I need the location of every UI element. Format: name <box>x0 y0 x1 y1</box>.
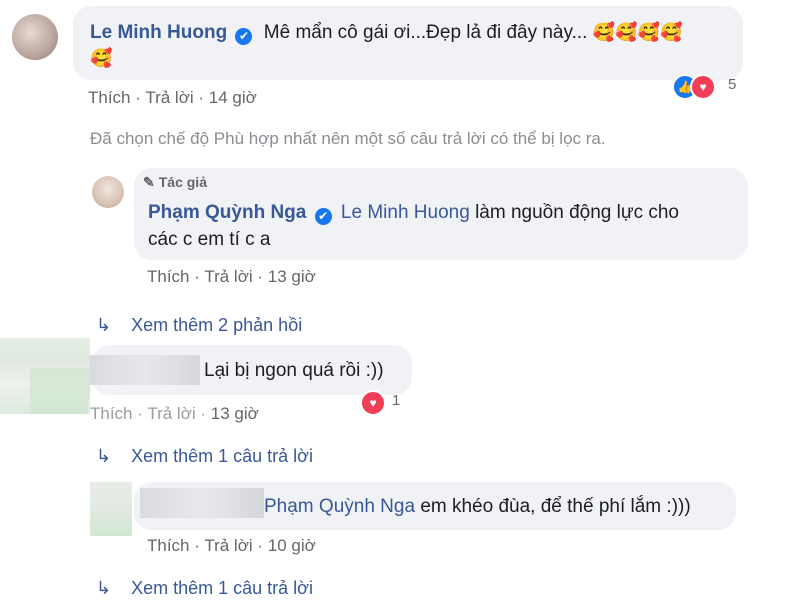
blurred-avatar <box>90 482 132 536</box>
reactions-summary[interactable]: ♥ 1 <box>360 390 410 416</box>
comment-actions: Thích · Trả lời · 14 giờ <box>88 88 257 107</box>
blurred-avatar-shade <box>30 368 90 414</box>
reactions-summary[interactable]: 👍 ♥ 5 <box>672 74 752 100</box>
timestamp[interactable]: 14 giờ <box>209 88 257 107</box>
reply-arrow-icon: ↳ <box>96 446 112 466</box>
reaction-count: 5 <box>728 76 737 93</box>
blurred-name <box>140 488 264 518</box>
love-reaction-icon: ♥ <box>360 390 386 416</box>
blurred-overlay <box>88 400 208 420</box>
filter-notice: Đã chọn chế độ Phù hợp nhất nên một số c… <box>90 129 606 148</box>
blurred-name <box>90 355 200 385</box>
comment-author[interactable]: Le Minh Huong ✔ Mê mẩn cô gái ơi...Đẹp l… <box>90 22 682 45</box>
reply-link[interactable]: Trả lời <box>204 267 252 286</box>
reply-actions: Thích · Trả lời · 10 giờ <box>147 536 316 555</box>
avatar-pham-quynh-nga[interactable] <box>92 176 124 208</box>
timestamp[interactable]: 13 giờ <box>211 404 259 423</box>
view-more-label[interactable]: Xem thêm 2 phản hồi <box>131 315 302 335</box>
reaction-count: 1 <box>392 392 401 409</box>
author-badge-label: Tác giả <box>158 174 207 190</box>
reply-text: làm nguồn động lực cho <box>475 202 679 223</box>
view-more-replies[interactable]: ↳ Xem thêm 1 câu trả lời <box>96 578 313 599</box>
author-name[interactable]: Phạm Quỳnh Nga <box>148 202 306 223</box>
author-name[interactable]: Le Minh Huong <box>90 22 227 43</box>
reply-arrow-icon: ↳ <box>96 578 112 598</box>
reply-line2: các c em tí c a <box>148 229 271 250</box>
like-link[interactable]: Thích <box>147 536 190 555</box>
emoji-group: 🥰🥰🥰🥰 <box>592 22 683 42</box>
view-more-replies[interactable]: ↳ Xem thêm 1 câu trả lời <box>96 446 313 467</box>
like-link[interactable]: Thích <box>88 88 131 107</box>
verified-icon: ✔ <box>235 28 253 45</box>
avatar-le-minh-huong[interactable] <box>12 14 58 60</box>
view-more-replies[interactable]: ↳ Xem thêm 2 phản hồi <box>96 315 302 336</box>
like-link[interactable]: Thích <box>147 267 190 286</box>
comment-text-line2: 🥰 <box>90 48 113 68</box>
love-reaction-icon: ♥ <box>690 74 716 100</box>
timestamp[interactable]: 13 giờ <box>268 267 316 286</box>
reply-arrow-icon: ↳ <box>96 315 112 335</box>
view-more-label[interactable]: Xem thêm 1 câu trả lời <box>131 446 313 466</box>
reply-line1: Phạm Quỳnh Nga ✔ Le Minh Huong làm nguồn… <box>148 202 679 225</box>
reply-link[interactable]: Trả lời <box>145 88 193 107</box>
reply-actions: Thích · Trả lời · 13 giờ <box>147 267 316 286</box>
comment-text: Mê mẩn cô gái ơi...Đẹp lả đi đây này... <box>263 22 588 43</box>
mention-link[interactable]: Phạm Quỳnh Nga <box>264 496 415 517</box>
reply-line: Phạm Quỳnh Nga em khéo đùa, để thế phí l… <box>264 496 691 518</box>
pencil-icon: ✎ <box>143 174 155 190</box>
mention-link[interactable]: Le Minh Huong <box>341 202 470 223</box>
author-badge: ✎ Tác giả <box>143 174 207 191</box>
view-more-label[interactable]: Xem thêm 1 câu trả lời <box>131 578 313 598</box>
reply-text: em khéo đùa, để thế phí lắm :))) <box>420 496 691 517</box>
reply-link[interactable]: Trả lời <box>204 536 252 555</box>
timestamp[interactable]: 10 giờ <box>268 536 316 555</box>
comment-text: Lại bị ngon quá rồi :)) <box>204 360 384 381</box>
verified-icon: ✔ <box>314 208 332 225</box>
